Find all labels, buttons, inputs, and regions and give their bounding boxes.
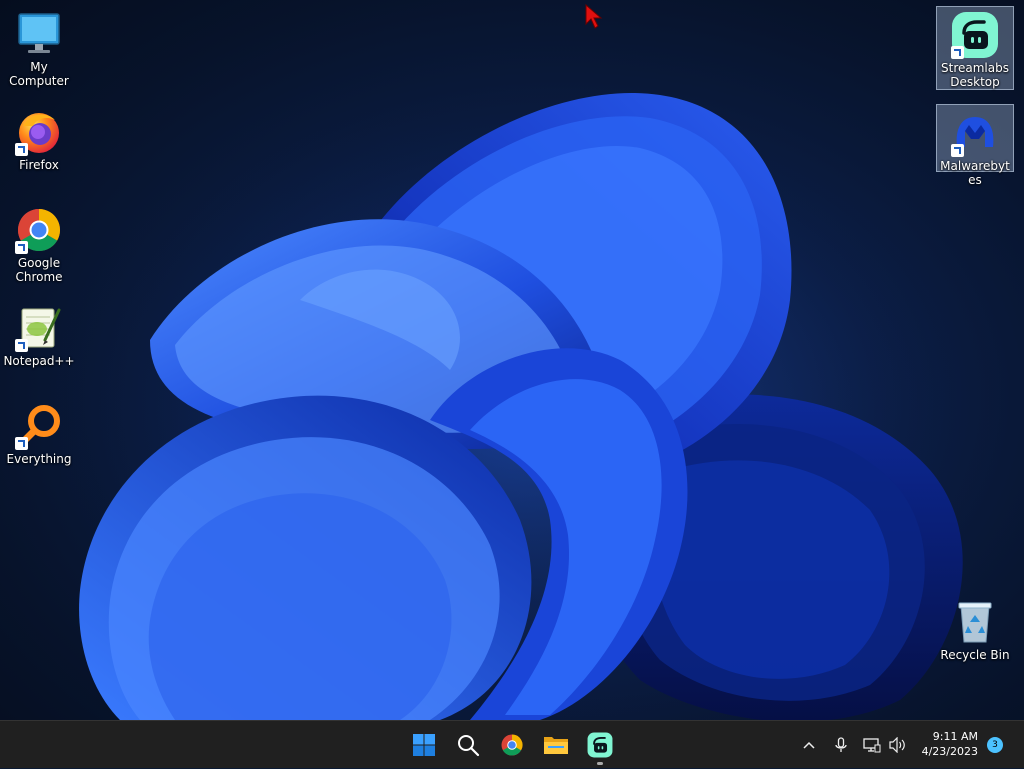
tray-network-button[interactable]	[860, 721, 884, 769]
shortcut-arrow-icon	[15, 437, 28, 450]
shortcut-arrow-icon	[951, 144, 964, 157]
desktop-icon-firefox[interactable]: Firefox	[0, 104, 78, 172]
everything-search-icon	[15, 402, 63, 450]
desktop-icon-label: Streamlabs Desktop	[941, 61, 1009, 89]
desktop-icon-label: Notepad++	[3, 354, 75, 368]
shortcut-arrow-icon	[951, 46, 964, 59]
desktop-icon-streamlabs-desktop[interactable]: Streamlabs Desktop	[936, 6, 1014, 90]
desktop-icon-label: Google Chrome	[15, 256, 63, 284]
shortcut-arrow-icon	[15, 339, 28, 352]
malwarebytes-icon	[951, 109, 999, 157]
desktop-icon-everything[interactable]: Everything	[0, 398, 78, 466]
taskbar: 9:11 AM 4/23/2023 3	[0, 720, 1024, 768]
network-icon	[863, 738, 881, 753]
desktop-icon-my-computer[interactable]: My Computer	[0, 6, 78, 88]
streamlabs-icon	[951, 11, 999, 59]
notification-count-badge[interactable]: 3	[987, 737, 1003, 753]
volume-icon	[889, 737, 905, 753]
chrome-icon	[15, 206, 63, 254]
wallpaper-bloom	[40, 90, 1000, 720]
taskbar-file-explorer-button[interactable]	[540, 729, 572, 761]
tray-volume-button[interactable]	[886, 721, 910, 769]
desktop-icon-label: Malwarebytes	[940, 159, 1010, 187]
tray-microphone-button[interactable]	[830, 721, 852, 769]
clock-date: 4/23/2023	[921, 745, 978, 758]
desktop-icon-google-chrome[interactable]: Google Chrome	[0, 202, 78, 284]
desktop-icon-malwarebytes[interactable]: Malwarebytes	[936, 104, 1014, 187]
taskbar-start-button[interactable]	[408, 729, 440, 761]
desktop-icon-recycle-bin[interactable]: Recycle Bin	[936, 594, 1014, 662]
windows-start-icon	[413, 734, 435, 756]
notepadplusplus-icon	[15, 304, 63, 352]
shortcut-arrow-icon	[15, 143, 28, 156]
monitor-icon	[15, 10, 63, 58]
desktop: My Computer Firefox Google Chrome Notepa…	[0, 0, 1024, 720]
taskbar-streamlabs-button[interactable]	[584, 729, 616, 765]
desktop-icon-label: Firefox	[19, 158, 59, 172]
desktop-icon-label: My Computer	[9, 60, 69, 88]
clock-time: 9:11 AM	[932, 730, 978, 743]
tray-overflow-button[interactable]	[798, 721, 820, 769]
shortcut-arrow-icon	[15, 241, 28, 254]
taskbar-search-button[interactable]	[452, 729, 484, 761]
search-icon	[458, 735, 480, 757]
taskbar-chrome-button[interactable]	[496, 729, 528, 761]
streamlabs-icon	[587, 732, 613, 758]
firefox-icon	[15, 108, 63, 156]
chrome-icon	[501, 734, 523, 756]
desktop-icon-label: Recycle Bin	[940, 648, 1010, 662]
desktop-icon-notepadplusplus[interactable]: Notepad++	[0, 300, 78, 368]
microphone-icon	[835, 737, 847, 752]
folder-icon	[544, 737, 568, 754]
chevron-up-icon	[803, 741, 815, 749]
mouse-cursor-icon	[585, 4, 603, 29]
tray-clock[interactable]: 9:11 AM 4/23/2023	[922, 729, 978, 759]
desktop-icon-label: Everything	[6, 452, 72, 466]
recycle-bin-icon	[951, 598, 999, 646]
